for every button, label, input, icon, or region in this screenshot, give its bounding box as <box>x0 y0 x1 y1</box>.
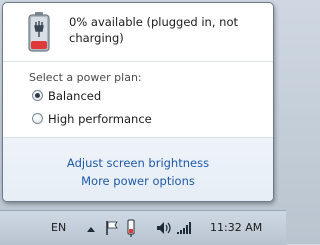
power-links-area: Adjust screen brightness More power opti… <box>3 137 273 201</box>
power-flyout: 0% available (plugged in, not charging) … <box>2 2 274 202</box>
battery-status-area: 0% available (plugged in, not charging) <box>3 3 273 62</box>
radio-button-high-performance[interactable] <box>32 113 43 124</box>
plan-label-high-performance: High performance <box>48 111 152 126</box>
taskbar: EN 11:32 AM <box>0 210 286 245</box>
power-plan-heading: Select a power plan: <box>29 71 142 84</box>
show-hidden-icons-icon[interactable] <box>86 225 96 233</box>
power-plug-icon[interactable] <box>123 219 139 237</box>
language-indicator[interactable]: EN <box>51 221 66 234</box>
plan-option-high-performance[interactable]: High performance <box>32 110 152 127</box>
battery-plugged-icon <box>28 12 50 52</box>
adjust-brightness-link[interactable]: Adjust screen brightness <box>3 156 273 170</box>
action-center-flag-icon[interactable] <box>105 220 119 236</box>
more-power-options-link[interactable]: More power options <box>3 174 273 188</box>
taskbar-clock[interactable]: 11:32 AM <box>210 221 262 234</box>
battery-status-text: 0% available (plugged in, not charging) <box>69 15 238 45</box>
network-icon[interactable] <box>176 221 192 235</box>
power-plan-section: Select a power plan: Balanced High perfo… <box>3 62 273 137</box>
plan-option-balanced[interactable]: Balanced <box>32 87 101 104</box>
plan-label-balanced: Balanced <box>48 88 102 103</box>
volume-icon[interactable] <box>156 221 174 235</box>
radio-button-balanced[interactable] <box>32 90 43 101</box>
